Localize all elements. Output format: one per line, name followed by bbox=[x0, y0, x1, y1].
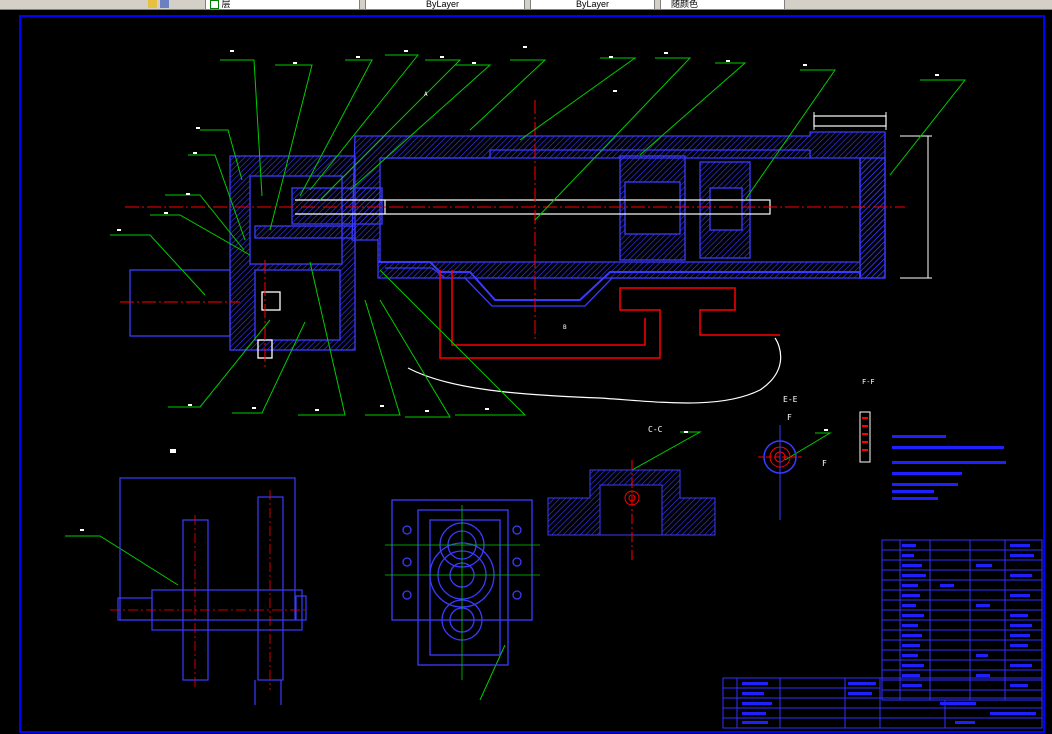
section-ff-view: F-F bbox=[859, 378, 875, 463]
label-b: B bbox=[563, 324, 567, 331]
tool-icon-1[interactable] bbox=[148, 0, 157, 8]
balloon-markers bbox=[80, 46, 939, 531]
view-f-label: F bbox=[787, 413, 792, 422]
toolbar: 层 ByLayer ByLayer 随颜色 bbox=[0, 0, 1052, 10]
parts-list-entries bbox=[902, 544, 1034, 687]
plotstyle-dropdown[interactable]: 随颜色 bbox=[660, 0, 785, 9]
cad-drawing-canvas[interactable]: C-C E-E F F F-F A B bbox=[0, 10, 1052, 734]
section-ee-view: F F bbox=[758, 413, 827, 520]
plotstyle-value: 随颜色 bbox=[671, 0, 699, 9]
view-f-label-2: F bbox=[822, 459, 827, 468]
section-ce-label: C-C bbox=[648, 425, 663, 434]
layer-dropdown[interactable]: 层 bbox=[205, 0, 360, 9]
tool-icon-2[interactable] bbox=[160, 0, 169, 8]
red-guide-path bbox=[439, 270, 780, 359]
linetype-dropdown[interactable]: ByLayer bbox=[530, 0, 655, 9]
main-assembly-view bbox=[129, 131, 886, 359]
section-ee-label: E-E bbox=[783, 395, 798, 404]
break-line bbox=[407, 337, 782, 404]
color-value: ByLayer bbox=[426, 0, 460, 9]
plan-view bbox=[117, 477, 307, 705]
layer-label: 层 bbox=[221, 0, 231, 9]
drawing-border bbox=[19, 15, 1045, 733]
linetype-value: ByLayer bbox=[576, 0, 610, 9]
section-ff-label: F-F bbox=[862, 378, 875, 386]
technical-notes bbox=[892, 435, 1006, 500]
layer-icon bbox=[210, 0, 219, 9]
section-cc-view: C-C E-E bbox=[547, 395, 798, 560]
label-a: A bbox=[424, 91, 428, 98]
color-dropdown[interactable]: ByLayer bbox=[365, 0, 525, 9]
